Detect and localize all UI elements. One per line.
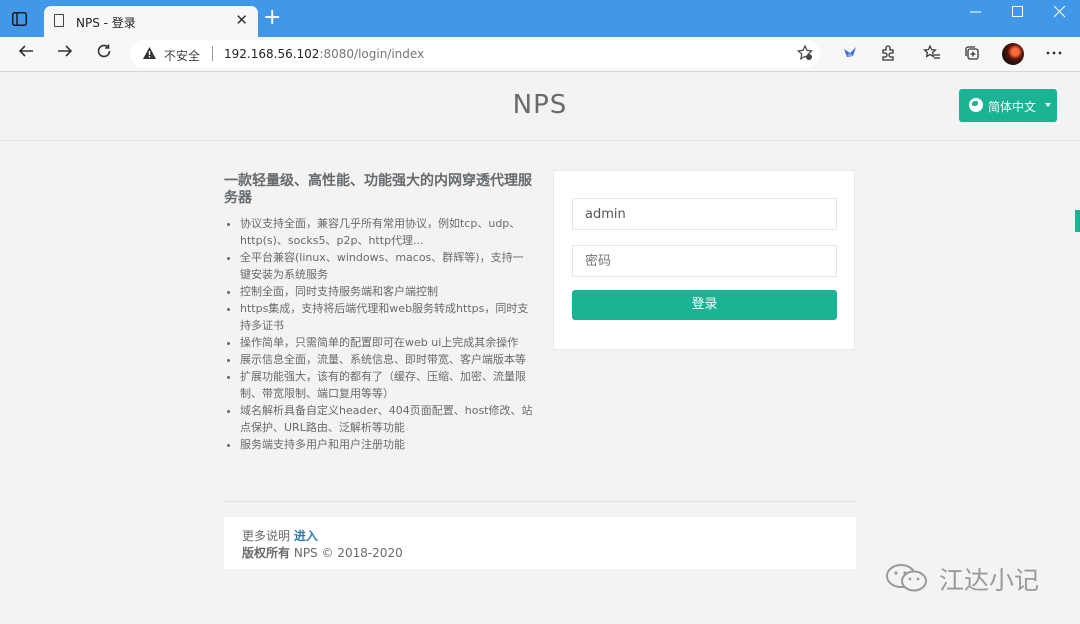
more-link[interactable]: 进入 bbox=[294, 529, 318, 543]
username-input[interactable] bbox=[572, 198, 837, 230]
feature-item: 域名解析具备自定义header、404页面配置、host修改、站点保护、URL路… bbox=[240, 402, 534, 436]
close-window-icon[interactable] bbox=[1053, 5, 1066, 22]
footer: 更多说明 进入 版权所有 NPS © 2018-2020 bbox=[224, 517, 856, 569]
caret-down-icon bbox=[1045, 103, 1051, 107]
favorite-add-icon[interactable] bbox=[796, 44, 814, 66]
password-input[interactable] bbox=[572, 245, 837, 277]
watermark-text: 江达小记 bbox=[939, 566, 1040, 595]
page: NPS 简体中文 一款轻量级、高性能、功能强大的内网穿透代理服务器 协议支持全面… bbox=[0, 72, 1080, 624]
maximize-icon[interactable] bbox=[1012, 6, 1024, 22]
collections-icon[interactable] bbox=[962, 44, 982, 64]
address-toolbar: 不安全 192.168.56.102:8080/login/index bbox=[0, 37, 1080, 72]
more-icon[interactable] bbox=[1044, 44, 1064, 64]
back-icon[interactable] bbox=[14, 42, 38, 66]
warning-icon[interactable] bbox=[142, 46, 157, 64]
favorites-icon[interactable] bbox=[922, 44, 942, 64]
feature-item: 协议支持全面，兼容几乎所有常用协议，例如tcp、udp、http(s)、sock… bbox=[240, 215, 534, 249]
refresh-icon[interactable] bbox=[92, 42, 116, 66]
copyright: 版权所有 NPS © 2018-2020 bbox=[242, 544, 403, 561]
feature-item: 扩展功能强大，该有的都有了（缓存、压缩、加密、流量限制、带宽限制、端口复用等等） bbox=[240, 368, 534, 402]
feature-item: https集成，支持将后端代理和web服务转成https，同时支持多证书 bbox=[240, 300, 534, 334]
page-header: NPS 简体中文 bbox=[0, 72, 1080, 141]
tab-nps-login[interactable]: NPS - 登录 ✕ bbox=[44, 6, 258, 37]
divider bbox=[224, 501, 856, 502]
security-label[interactable]: 不安全 bbox=[164, 47, 200, 64]
url-text[interactable]: 192.168.56.102:8080/login/index bbox=[224, 47, 424, 61]
address-bar[interactable]: 不安全 192.168.56.102:8080/login/index bbox=[130, 40, 820, 68]
intro-section: 一款轻量级、高性能、功能强大的内网穿透代理服务器 协议支持全面，兼容几乎所有常用… bbox=[224, 173, 534, 453]
feature-item: 控制全面，同时支持服务端和客户端控制 bbox=[240, 283, 534, 300]
minimize-icon[interactable] bbox=[970, 6, 982, 22]
forward-icon[interactable] bbox=[53, 42, 77, 66]
profile-avatar[interactable] bbox=[1002, 43, 1024, 65]
globe-icon bbox=[969, 98, 983, 112]
bird-icon[interactable] bbox=[840, 44, 860, 64]
divider bbox=[212, 46, 213, 61]
sidebar-icon[interactable] bbox=[12, 11, 27, 26]
feature-item: 操作简单，只需简单的配置即可在web ui上完成其余操作 bbox=[240, 334, 534, 351]
login-button[interactable]: 登录 bbox=[572, 290, 837, 320]
feature-item: 全平台兼容(linux、windows、macos、群辉等)，支持一键安装为系统… bbox=[240, 249, 534, 283]
extensions-icon[interactable] bbox=[878, 44, 898, 64]
feature-list: 协议支持全面，兼容几乎所有常用协议，例如tcp、udp、http(s)、sock… bbox=[224, 215, 534, 453]
language-dropdown-button[interactable]: 简体中文 bbox=[959, 89, 1057, 122]
more-label: 更多说明 bbox=[242, 529, 291, 543]
login-form: 登录 bbox=[553, 170, 855, 350]
edge-indicator bbox=[1075, 210, 1080, 232]
url-path: :8080/login/index bbox=[319, 47, 425, 61]
more-info: 更多说明 进入 bbox=[242, 527, 318, 544]
url-host: 192.168.56.102 bbox=[224, 47, 320, 61]
tab-title: NPS - 登录 bbox=[76, 16, 136, 30]
feature-item: 展示信息全面，流量、系统信息、即时带宽、客户端版本等 bbox=[240, 351, 534, 368]
copyright-text: NPS © 2018-2020 bbox=[293, 546, 403, 560]
new-tab-button[interactable]: + bbox=[263, 6, 281, 30]
feature-item: 服务端支持多用户和用户注册功能 bbox=[240, 436, 534, 453]
copyright-label: 版权所有 bbox=[242, 546, 291, 560]
close-tab-icon[interactable]: ✕ bbox=[235, 11, 248, 29]
title-bar: NPS - 登录 ✕ + bbox=[0, 0, 1080, 37]
brand-title: NPS bbox=[512, 90, 568, 120]
page-icon bbox=[54, 14, 64, 27]
intro-title: 一款轻量级、高性能、功能强大的内网穿透代理服务器 bbox=[224, 173, 532, 206]
wechat-icon bbox=[886, 564, 927, 592]
language-label: 简体中文 bbox=[988, 100, 1037, 114]
